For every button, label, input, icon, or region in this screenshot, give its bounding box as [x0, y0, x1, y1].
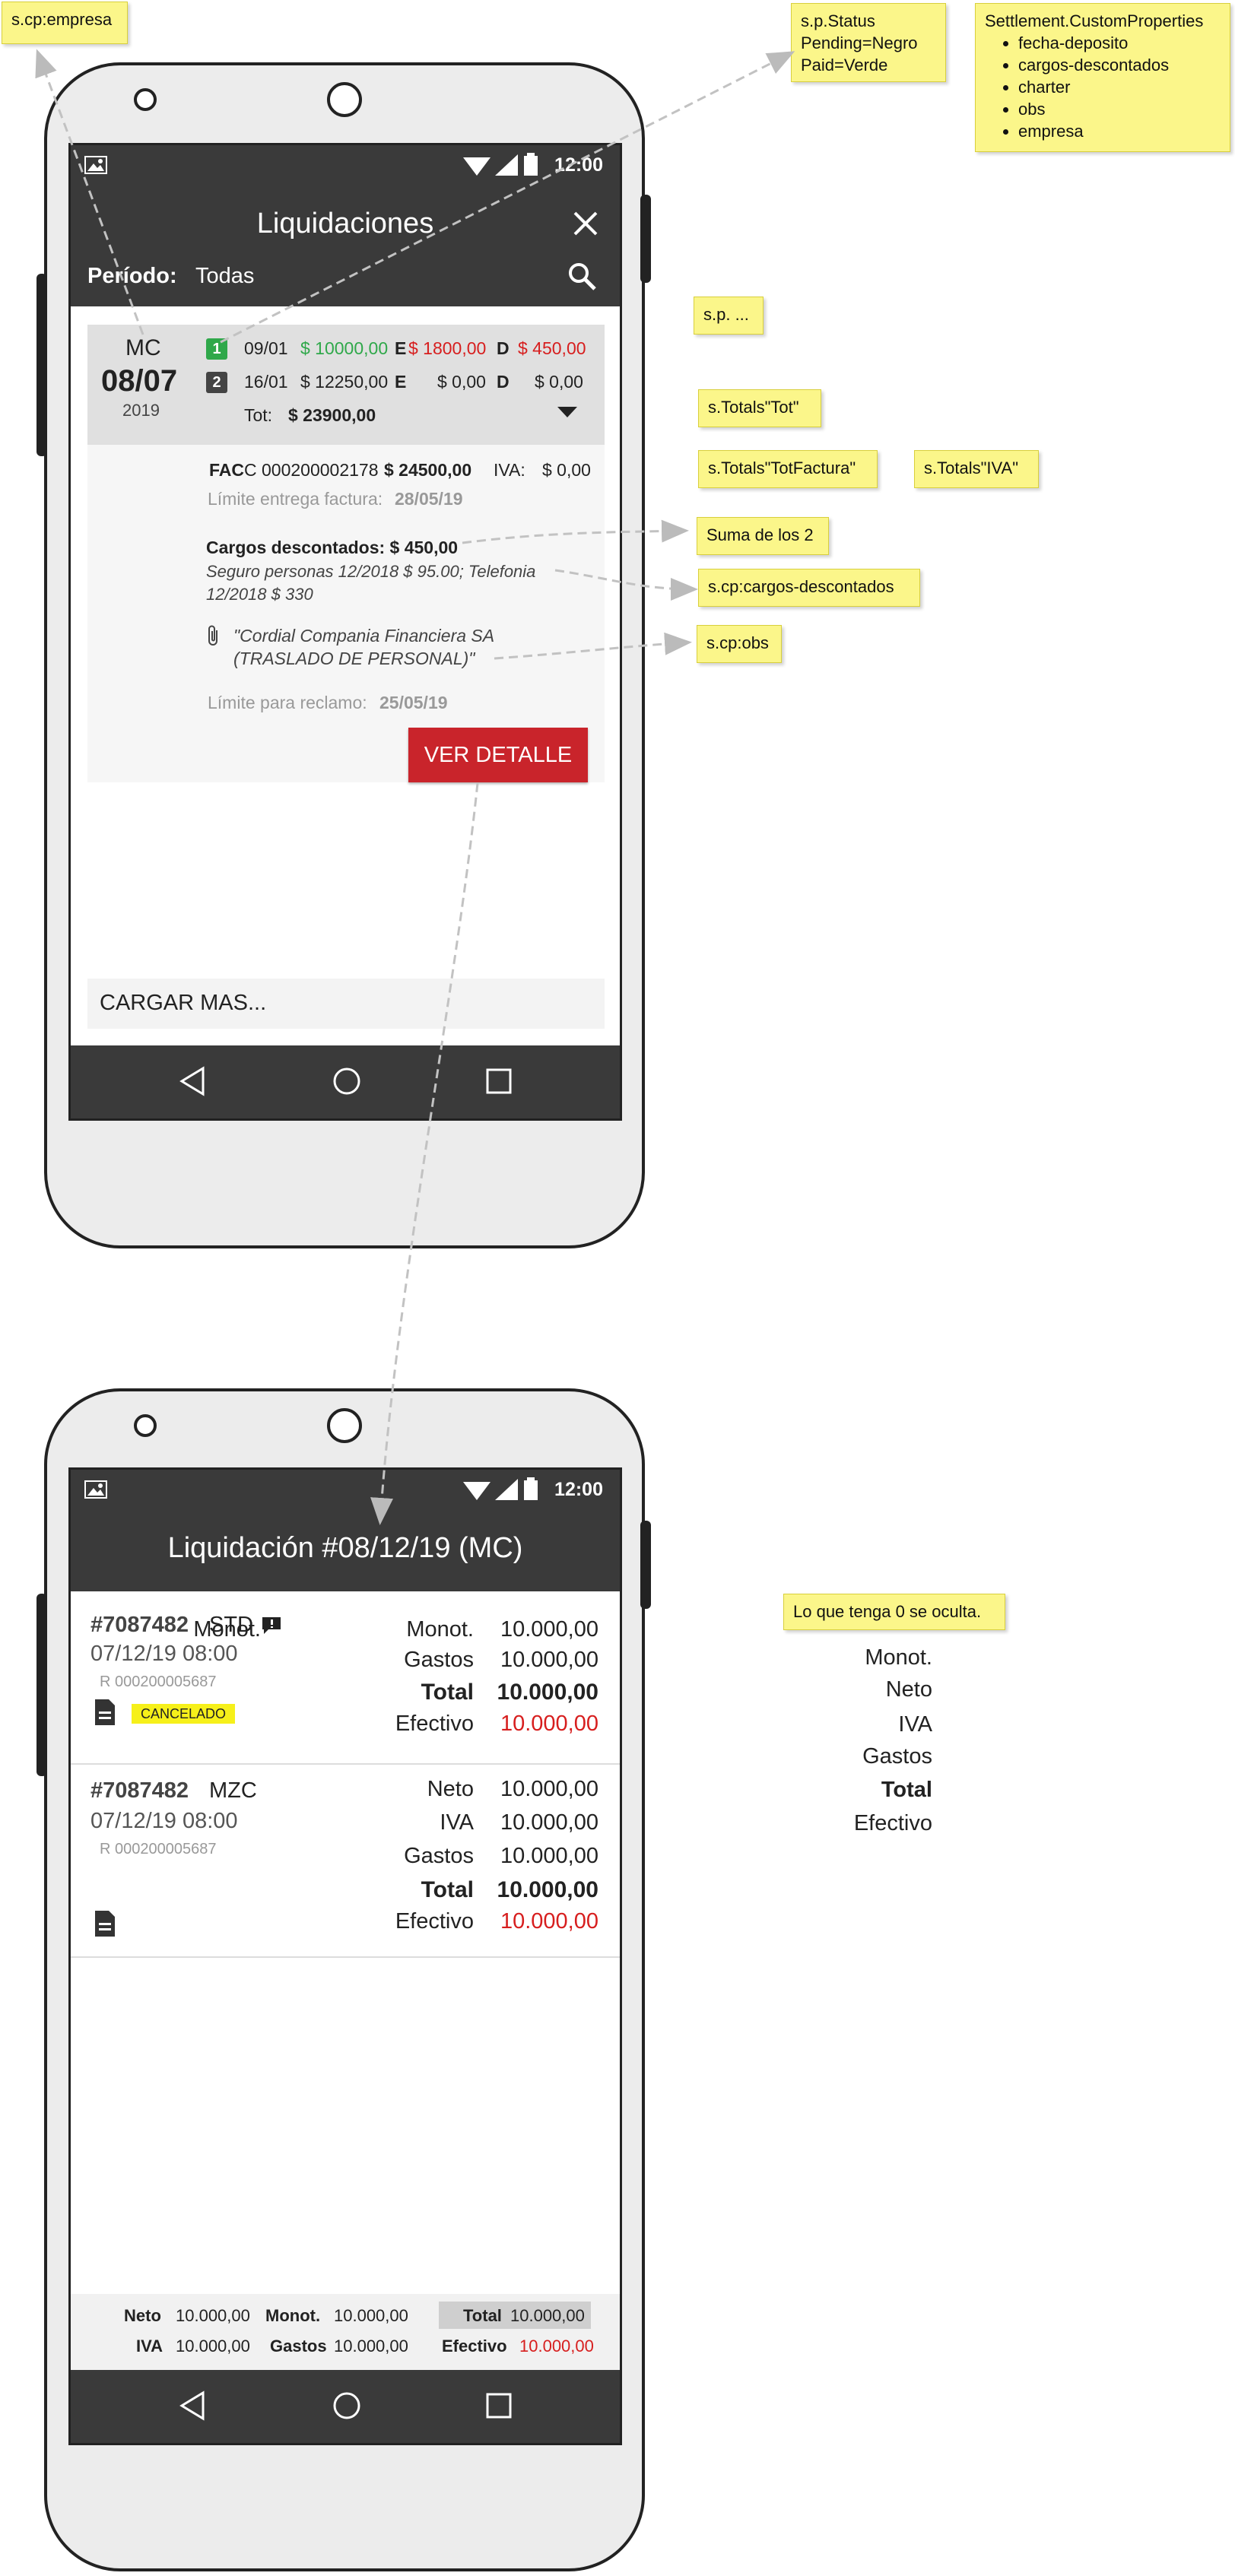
arrow-status: [220, 51, 795, 344]
arrow-suma: [462, 519, 689, 544]
arrow-empresa: [35, 49, 144, 335]
annotation-arrows: [35, 49, 795, 1525]
arrow-cargos: [554, 569, 698, 601]
arrow-detail: [370, 782, 479, 1525]
arrow-obs: [494, 632, 692, 660]
